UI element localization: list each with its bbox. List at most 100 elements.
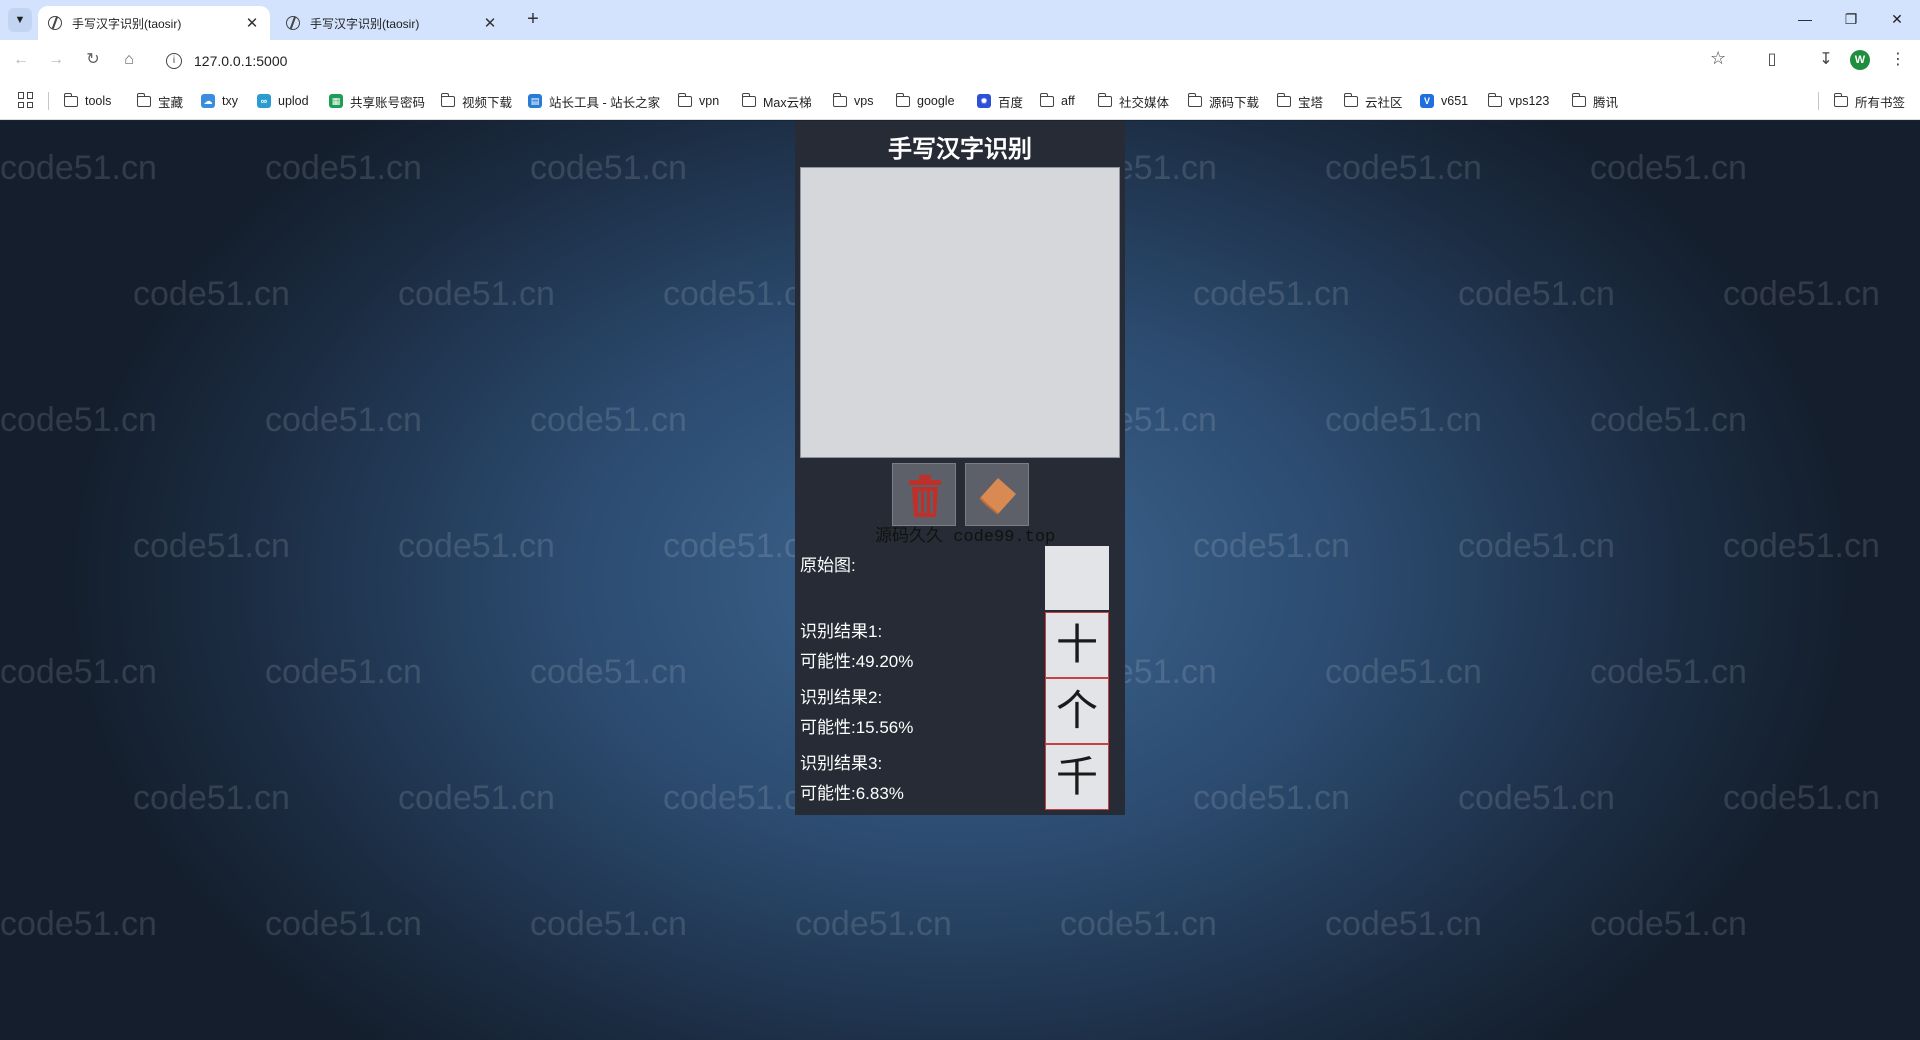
tab-search-button[interactable]: ▼ (8, 8, 32, 32)
forward-button[interactable]: → (43, 48, 69, 72)
bookmark-label: aff (1061, 94, 1075, 108)
bookmark-label: txy (222, 94, 238, 108)
watermark-text: code51.cn (133, 275, 290, 313)
url-text: 127.0.0.1:5000 (194, 53, 288, 69)
arrow-left-icon: ← (13, 51, 29, 68)
watermark-text: code51.cn (398, 527, 555, 565)
bookmark-tools[interactable]: tools (63, 91, 112, 111)
bookmark-vps[interactable]: vps (832, 91, 873, 111)
original-image (1045, 546, 1109, 610)
watermark-text: code51.cn (530, 149, 687, 187)
original-label: 原始图: (800, 556, 856, 575)
clear-button[interactable] (892, 463, 956, 526)
watermark-text: code51.cn (1325, 905, 1482, 943)
bookmark-baidu[interactable]: ✹ 百度 (977, 91, 1023, 111)
menu-dots-icon[interactable]: ⋮ (1886, 49, 1910, 71)
bookmark-max[interactable]: Max云梯 (741, 91, 812, 111)
watermark-text: code51.cn (1325, 149, 1482, 187)
new-tab-button[interactable]: + (520, 8, 546, 32)
tab-active[interactable]: 手写汉字识别(taosir) ✕ (38, 6, 270, 40)
watermark-text: code51.cn (1325, 401, 1482, 439)
close-icon[interactable]: ✕ (482, 14, 498, 32)
result-3-label: 识别结果3: (800, 754, 883, 773)
globe-icon (286, 16, 300, 30)
apps-grid-icon[interactable] (18, 92, 34, 108)
bookmark-tencent[interactable]: 腾讯 (1571, 91, 1619, 111)
avatar[interactable]: W (1850, 50, 1870, 70)
bookmark-label: tools (85, 94, 112, 108)
eraser-icon (979, 478, 1016, 515)
download-icon[interactable]: ↧ (1814, 49, 1838, 71)
folder-icon (741, 92, 756, 107)
folder-icon (1487, 92, 1502, 107)
result-2-probability: 可能性:15.56% (800, 718, 914, 737)
bookmark-source-download[interactable]: 源码下载 (1187, 91, 1260, 111)
bookmark-baozang[interactable]: 宝藏 (136, 91, 184, 111)
watermark-text: code51.cn (795, 905, 952, 943)
bookmark-label: 共享账号密码 (350, 95, 426, 110)
bookmark-google[interactable]: google (895, 91, 955, 111)
minimize-button[interactable]: — (1790, 8, 1820, 30)
watermark-text: code51.cn (1458, 275, 1615, 313)
watermark-text: code51.cn (1590, 149, 1747, 187)
folder-icon (1276, 92, 1291, 107)
link-icon: ∞ (257, 94, 271, 108)
info-icon[interactable]: i (166, 53, 182, 69)
close-icon[interactable]: ✕ (244, 14, 260, 32)
cloud-icon: ☁ (201, 94, 215, 108)
bookmark-cloud-community[interactable]: 云社区 (1343, 91, 1403, 111)
drawing-canvas[interactable] (800, 167, 1120, 458)
tab-inactive[interactable]: 手写汉字识别(taosir) ✕ (276, 6, 508, 40)
folder-icon (895, 92, 910, 107)
bookmark-shared-accounts[interactable]: ▦ 共享账号密码 (329, 91, 425, 111)
result-1-char: 十 (1045, 612, 1109, 678)
bookmark-label: 宝塔 (1298, 95, 1324, 110)
reload-button[interactable]: ↻ (80, 48, 106, 72)
bookmark-label: 宝藏 (158, 95, 184, 110)
extensions-icon[interactable]: ▯ (1760, 49, 1784, 71)
home-button[interactable]: ⌂ (116, 48, 142, 72)
watermark-text: code51.cn (0, 149, 157, 187)
bookmark-aff[interactable]: aff (1039, 91, 1075, 111)
bookmark-video-download[interactable]: 视频下载 (440, 91, 512, 111)
result-2-label: 识别结果2: (800, 688, 883, 707)
globe-icon (48, 16, 62, 30)
window-close-button[interactable]: ✕ (1882, 8, 1912, 30)
bookmark-vpn[interactable]: vpn (677, 91, 719, 111)
bookmark-txy[interactable]: ☁ txy (201, 91, 238, 111)
bookmark-star-icon[interactable]: ☆ (1710, 48, 1726, 69)
bookmark-label: 源码下载 (1209, 95, 1260, 110)
all-bookmarks[interactable]: 所有书签 (1833, 91, 1905, 111)
watermark-text: code51.cn (530, 653, 687, 691)
bookmark-chinaz[interactable]: ▤ 站长工具 - 站长之家 (528, 91, 660, 111)
bookmark-label: 站长工具 - 站长之家 (549, 95, 661, 110)
watermark-text: code51.cn (265, 653, 422, 691)
page-title: 手写汉字识别 (888, 136, 1032, 163)
tab-title: 手写汉字识别(taosir) (72, 16, 182, 31)
source-credit: 源码久久 code99.top (875, 528, 1056, 547)
baidu-icon: ✹ (977, 94, 991, 108)
watermark-text: code51.cn (1458, 779, 1615, 817)
address-bar[interactable]: i 127.0.0.1:5000 (158, 46, 1718, 76)
watermark-text: code51.cn (265, 905, 422, 943)
result-1-probability: 可能性:49.20% (800, 652, 914, 671)
bookmark-uplod[interactable]: ∞ uplod (257, 91, 309, 111)
chevron-down-icon: ▼ (14, 14, 26, 26)
watermark-text: code51.cn (1590, 905, 1747, 943)
bookmark-v651[interactable]: Vv651 (1420, 91, 1468, 111)
home-icon: ⌂ (124, 51, 134, 68)
bookmark-baota[interactable]: 宝塔 (1276, 91, 1324, 111)
bookmark-vps123[interactable]: vps123 (1487, 91, 1549, 111)
sheet-icon: ▦ (329, 94, 343, 108)
eraser-button[interactable] (965, 463, 1029, 526)
bookmark-label: 腾讯 (1593, 95, 1619, 110)
back-button[interactable]: ← (8, 48, 34, 72)
folder-icon (1571, 92, 1586, 107)
reload-icon: ↻ (86, 51, 100, 68)
restore-button[interactable]: ❐ (1836, 8, 1866, 30)
folder-icon (832, 92, 847, 107)
watermark-text: code51.cn (265, 401, 422, 439)
trash-icon (909, 475, 941, 517)
bookmark-social[interactable]: 社交媒体 (1097, 91, 1169, 111)
bookmark-label: 云社区 (1365, 95, 1403, 110)
